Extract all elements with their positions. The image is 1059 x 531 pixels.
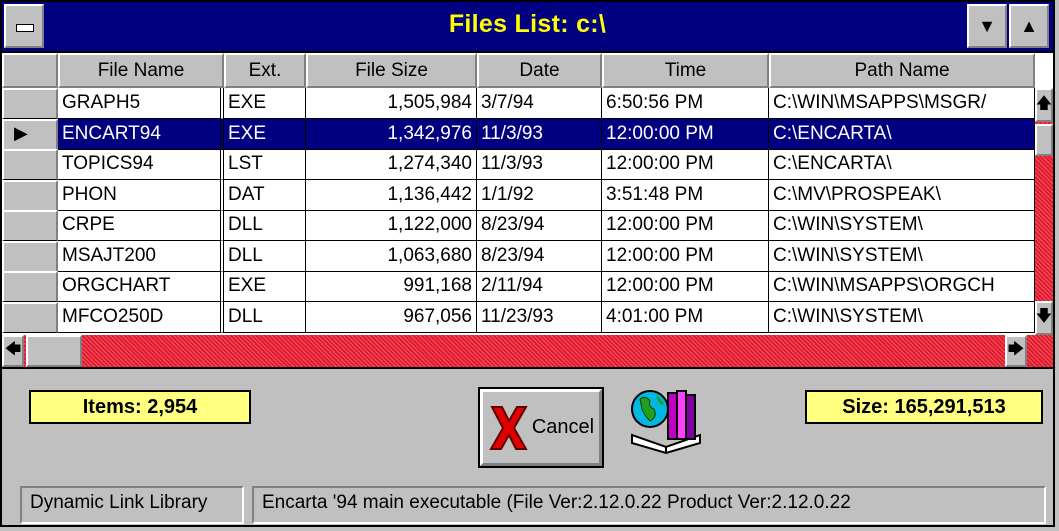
table-cell[interactable]: 4:01:00 PM bbox=[602, 301, 769, 333]
globe-book-icon bbox=[631, 390, 701, 455]
table-corner bbox=[2, 53, 58, 88]
table-cell[interactable]: 1,063,680 bbox=[306, 240, 477, 272]
table-cell[interactable]: 1/1/92 bbox=[477, 179, 602, 211]
row-selector[interactable] bbox=[2, 271, 58, 302]
table-cell[interactable]: 12:00:00 PM bbox=[602, 271, 769, 302]
column-header[interactable]: File Name bbox=[58, 53, 224, 88]
table-cell[interactable]: PHON bbox=[58, 179, 224, 211]
scroll-left-button[interactable]: 🡄 bbox=[2, 335, 24, 367]
maximize-button[interactable]: ▲ bbox=[1009, 4, 1049, 48]
table-cell[interactable]: 8/23/94 bbox=[477, 240, 602, 272]
status-file-description: Encarta '94 main executable (File Ver:2.… bbox=[252, 486, 1046, 524]
maximize-icon: ▲ bbox=[1020, 15, 1038, 36]
table-cell[interactable]: 3:51:48 PM bbox=[602, 179, 769, 211]
table-cell[interactable]: 11/23/93 bbox=[477, 301, 602, 333]
table-cell[interactable]: EXE bbox=[224, 271, 306, 302]
row-selector[interactable] bbox=[2, 179, 58, 211]
table-cell[interactable]: DLL bbox=[224, 240, 306, 272]
table-cell[interactable]: 1,505,984 bbox=[306, 88, 477, 119]
table-cell[interactable]: CRPE bbox=[58, 210, 224, 241]
column-header[interactable]: File Size bbox=[306, 53, 477, 88]
table-cell[interactable]: LST bbox=[224, 149, 306, 180]
cancel-button[interactable]: Cancel bbox=[478, 387, 604, 468]
table-cell[interactable]: ENCART94 bbox=[58, 118, 224, 150]
items-count: Items: 2,954 bbox=[29, 390, 251, 424]
table-cell[interactable]: 3/7/94 bbox=[477, 88, 602, 119]
arrow-up-icon: 🡅 bbox=[1035, 94, 1053, 112]
table-cell[interactable]: 1,342,976 bbox=[306, 118, 477, 150]
table-cell[interactable]: 11/3/93 bbox=[477, 118, 602, 150]
table-cell[interactable]: 12:00:00 PM bbox=[602, 210, 769, 241]
table-cell[interactable]: 991,168 bbox=[306, 271, 477, 302]
table-cell[interactable]: C:\ENCARTA\ bbox=[769, 118, 1035, 150]
row-selector[interactable] bbox=[2, 88, 58, 119]
scroll-right-button[interactable]: 🡆 bbox=[1005, 335, 1027, 367]
row-selector[interactable] bbox=[2, 240, 58, 272]
minimize-icon: ▼ bbox=[978, 15, 996, 36]
column-header[interactable]: Path Name bbox=[769, 53, 1035, 88]
table-cell[interactable]: TOPICS94 bbox=[58, 149, 224, 180]
row-selector[interactable]: ▶ bbox=[2, 118, 58, 150]
table-cell[interactable]: 1,274,340 bbox=[306, 149, 477, 180]
table-cell[interactable]: 8/23/94 bbox=[477, 210, 602, 241]
table-cell[interactable]: 6:50:56 PM bbox=[602, 88, 769, 119]
title-bar[interactable]: Files List: c:\ ▼ ▲ bbox=[2, 2, 1053, 53]
table-cell[interactable]: EXE bbox=[224, 88, 306, 119]
red-x-icon bbox=[489, 405, 528, 450]
table-cell[interactable]: 12:00:00 PM bbox=[602, 149, 769, 180]
table-cell[interactable]: C:\WIN\SYSTEM\ bbox=[769, 240, 1035, 272]
table-cell[interactable]: 967,056 bbox=[306, 301, 477, 333]
arrow-down-icon: 🡇 bbox=[1035, 307, 1053, 325]
total-size: Size: 165,291,513 bbox=[805, 390, 1043, 424]
table-cell[interactable]: C:\WIN\MSAPPS\ORGCH bbox=[769, 271, 1035, 302]
horizontal-scroll-thumb[interactable] bbox=[26, 335, 82, 367]
horizontal-scrollbar[interactable]: 🡄 🡆 bbox=[2, 335, 1053, 369]
row-selector[interactable] bbox=[2, 301, 58, 333]
table-cell[interactable]: EXE bbox=[224, 118, 306, 150]
arrow-left-icon: 🡄 bbox=[4, 340, 22, 358]
table-cell[interactable]: GRAPH5 bbox=[58, 88, 224, 119]
column-header[interactable]: Date bbox=[477, 53, 602, 88]
table-cell[interactable]: 12:00:00 PM bbox=[602, 240, 769, 272]
table-cell[interactable]: C:\ENCARTA\ bbox=[769, 149, 1035, 180]
table-cell[interactable]: C:\WIN\SYSTEM\ bbox=[769, 210, 1035, 241]
table-cell[interactable]: 11/3/93 bbox=[477, 149, 602, 180]
table-cell[interactable]: 12:00:00 PM bbox=[602, 118, 769, 150]
table-cell[interactable]: MFCO250D bbox=[58, 301, 224, 333]
table-cell[interactable]: C:\MV\PROSPEAK\ bbox=[769, 179, 1035, 211]
minimize-button[interactable]: ▼ bbox=[967, 4, 1007, 48]
arrow-right-icon: 🡆 bbox=[1007, 340, 1025, 358]
vertical-scrollbar[interactable]: 🡅 🡇 bbox=[1035, 88, 1053, 335]
cancel-label: Cancel bbox=[531, 416, 595, 438]
column-header[interactable]: Ext. bbox=[224, 53, 306, 88]
table-cell[interactable]: 1,136,442 bbox=[306, 179, 477, 211]
files-list-window: Files List: c:\ ▼ ▲ File Name Ext. File Si… bbox=[0, 0, 1055, 527]
table-cell[interactable]: C:\WIN\MSAPPS\MSGR/ bbox=[769, 88, 1035, 119]
row-selector[interactable] bbox=[2, 210, 58, 241]
table-cell[interactable]: ORGCHART bbox=[58, 271, 224, 302]
table-cell[interactable]: MSAJT200 bbox=[58, 240, 224, 272]
files-table[interactable]: File Name Ext. File Size Date Time Path Name … bbox=[2, 53, 1053, 335]
scroll-down-button[interactable]: 🡇 bbox=[1035, 301, 1053, 335]
table-cell[interactable]: DLL bbox=[224, 301, 306, 333]
column-header[interactable]: Time bbox=[602, 53, 769, 88]
row-selector[interactable] bbox=[2, 149, 58, 180]
status-file-type: Dynamic Link Library bbox=[20, 486, 244, 524]
table-cell[interactable]: 2/11/94 bbox=[477, 271, 602, 302]
table-cell[interactable]: DAT bbox=[224, 179, 306, 211]
scroll-up-button[interactable]: 🡅 bbox=[1035, 88, 1053, 122]
table-cell[interactable]: 1,122,000 bbox=[306, 210, 477, 241]
window-title: Files List: c:\ bbox=[448, 10, 607, 38]
table-cell[interactable]: C:\WIN\SYSTEM\ bbox=[769, 301, 1035, 333]
row-pointer-icon: ▶ bbox=[14, 122, 28, 143]
vertical-scroll-thumb[interactable] bbox=[1035, 124, 1053, 156]
table-cell[interactable]: DLL bbox=[224, 210, 306, 241]
